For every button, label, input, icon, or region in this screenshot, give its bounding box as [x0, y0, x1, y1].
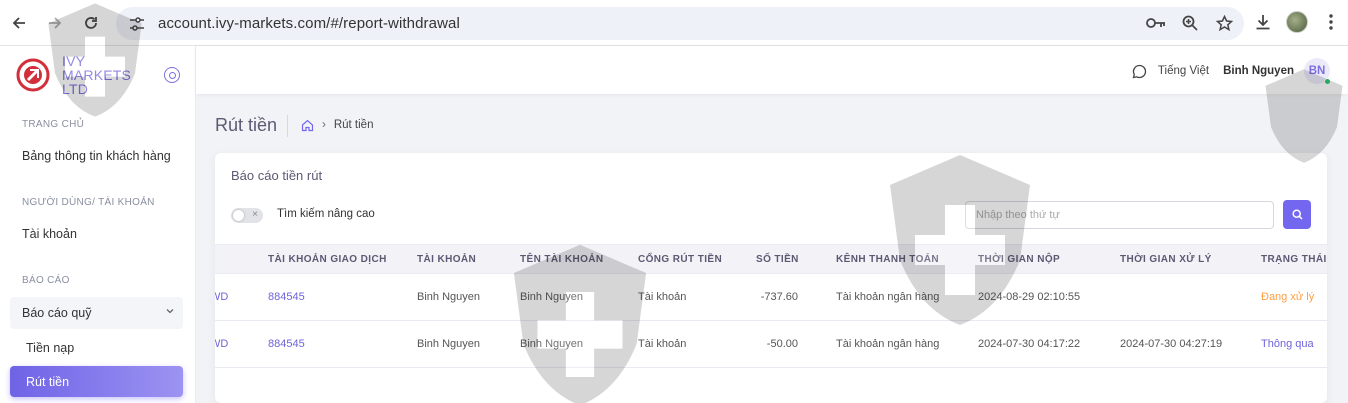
sidebar-group-label: Báo cáo quỹ [22, 306, 92, 320]
cell-submitted-time: 2024-08-29 02:10:55 [978, 273, 1120, 321]
chevron-down-icon [165, 306, 175, 319]
cell-type: WD [215, 273, 268, 321]
sidebar-item-account[interactable]: Tài khoản [22, 227, 77, 241]
cell-account-name: Binh Nguyen [520, 320, 638, 368]
cell-processed-time: 2024-07-30 04:27:19 [1120, 320, 1261, 368]
col-header-trading-account[interactable]: TÀI KHOẢN GIAO DỊCH [268, 244, 417, 274]
col-header-account[interactable]: TÀI KHOẢN [417, 244, 520, 274]
section-home-label: TRANG CHỦ [22, 119, 85, 130]
card-title: Báo cáo tiền rút [231, 168, 323, 183]
brand[interactable]: IVY MARKETS LTD [16, 54, 186, 96]
withdrawal-report-card: Báo cáo tiền rút × Tìm kiếm nâng cao TÀI… [215, 153, 1327, 403]
page-title: Rút tiền [215, 115, 278, 135]
address-bar[interactable]: account.ivy-markets.com/#/report-withdra… [116, 7, 1244, 40]
col-header-amount[interactable]: SỐ TIỀN [756, 244, 836, 274]
more-vert-icon[interactable] [1320, 11, 1342, 33]
cell-withdrawal-gateway: Tài khoản [638, 320, 756, 368]
cell-trading-account-link[interactable]: 884545 [268, 273, 417, 321]
cell-account-name: Binh Nguyen [520, 273, 638, 321]
browser-profile-avatar[interactable] [1286, 11, 1308, 33]
breadcrumb: › Rút tiền [300, 118, 373, 132]
sidebar: IVY MARKETS LTD TRANG CHỦ Bảng thông tin… [0, 46, 196, 403]
advanced-search-label: Tìm kiếm nâng cao [277, 208, 375, 220]
cell-withdrawal-gateway: Tài khoản [638, 273, 756, 321]
section-report-label: BÁO CÁO [22, 275, 70, 286]
language-selector[interactable]: Tiếng Việt [1158, 65, 1209, 77]
table-header-row: TÀI KHOẢN GIAO DỊCH TÀI KHOẢN TÊN TÀI KH… [215, 244, 1327, 274]
forward-icon[interactable] [44, 12, 66, 34]
browser-toolbar: account.ivy-markets.com/#/report-withdra… [0, 0, 1348, 46]
col-header-withdrawal-gateway[interactable]: CỔNG RÚT TIỀN [638, 244, 756, 274]
sidebar-item-customer-dashboard[interactable]: Bảng thông tin khách hàng [22, 149, 171, 163]
status-badge: Đang xử lý [1261, 273, 1327, 321]
url-text[interactable]: account.ivy-markets.com/#/report-withdra… [158, 15, 460, 32]
site-settings-icon[interactable] [128, 15, 146, 33]
app-header: Tiếng Việt Binh Nguyen BN [196, 46, 1348, 94]
key-icon[interactable] [1146, 13, 1166, 33]
table-row[interactable]: WD 884545 Binh Nguyen Binh Nguyen Tài kh… [215, 320, 1327, 368]
cell-submitted-time: 2024-07-30 04:17:22 [978, 320, 1120, 368]
zoom-icon[interactable] [1180, 13, 1200, 33]
search-input[interactable] [965, 201, 1274, 229]
bookmark-star-icon[interactable] [1214, 13, 1234, 33]
withdrawal-table: TÀI KHOẢN GIAO DỊCH TÀI KHOẢN TÊN TÀI KH… [215, 244, 1327, 368]
avatar-initials: BN [1308, 65, 1326, 77]
cell-payment-channel: Tài khoản ngân hàng [836, 273, 978, 321]
avatar[interactable]: BN [1304, 58, 1331, 85]
cell-payment-channel: Tài khoản ngân hàng [836, 320, 978, 368]
search-icon [1291, 209, 1303, 220]
search-button[interactable] [1283, 200, 1311, 229]
back-icon[interactable] [8, 12, 30, 34]
chevron-right-icon: › [322, 119, 326, 131]
brand-name: IVY MARKETS LTD [62, 54, 132, 96]
cell-trading-account-link[interactable]: 884545 [268, 320, 417, 368]
user-name[interactable]: Binh Nguyen [1223, 65, 1294, 77]
col-header-payment-channel[interactable]: KÊNH THANH TOÁN [836, 244, 978, 274]
cell-type: WD [215, 320, 268, 368]
sidebar-item-withdrawal[interactable]: Rút tiền [10, 366, 183, 397]
col-header-type[interactable] [215, 244, 268, 274]
col-header-processed-time[interactable]: THỜI GIAN XỬ LÝ [1120, 244, 1261, 274]
cell-account: Binh Nguyen [417, 320, 520, 368]
sidebar-group-fund-report[interactable]: Báo cáo quỹ [10, 297, 183, 329]
table-row[interactable]: WD 884545 Binh Nguyen Binh Nguyen Tài kh… [215, 273, 1327, 321]
brand-logo-icon [16, 58, 50, 92]
cell-amount: -50.00 [756, 320, 836, 368]
sidebar-item-deposit[interactable]: Tiền nạp [26, 341, 74, 355]
toggle-off-icon: × [252, 209, 258, 220]
breadcrumb-current: Rút tiền [333, 119, 374, 131]
chat-icon[interactable] [1132, 63, 1148, 79]
home-icon[interactable] [300, 118, 314, 132]
cell-processed-time [1120, 273, 1261, 321]
sidebar-collapse-icon[interactable] [164, 67, 180, 83]
online-status-dot [1324, 78, 1331, 85]
download-icon[interactable] [1252, 11, 1274, 33]
section-user-account-label: NGƯỜI DÙNG/ TÀI KHOẢN [22, 197, 155, 208]
advanced-search-toggle[interactable]: × [231, 208, 263, 223]
cell-amount: -737.60 [756, 273, 836, 321]
col-header-status[interactable]: TRẠNG THÁI [1261, 244, 1327, 274]
cell-account: Binh Nguyen [417, 273, 520, 321]
title-divider [287, 115, 288, 137]
col-header-submitted-time[interactable]: THỜI GIAN NỘP [978, 244, 1120, 274]
col-header-account-name[interactable]: TÊN TÀI KHOẢN [520, 244, 638, 274]
reload-icon[interactable] [80, 12, 102, 34]
status-badge: Thông qua [1261, 320, 1327, 368]
